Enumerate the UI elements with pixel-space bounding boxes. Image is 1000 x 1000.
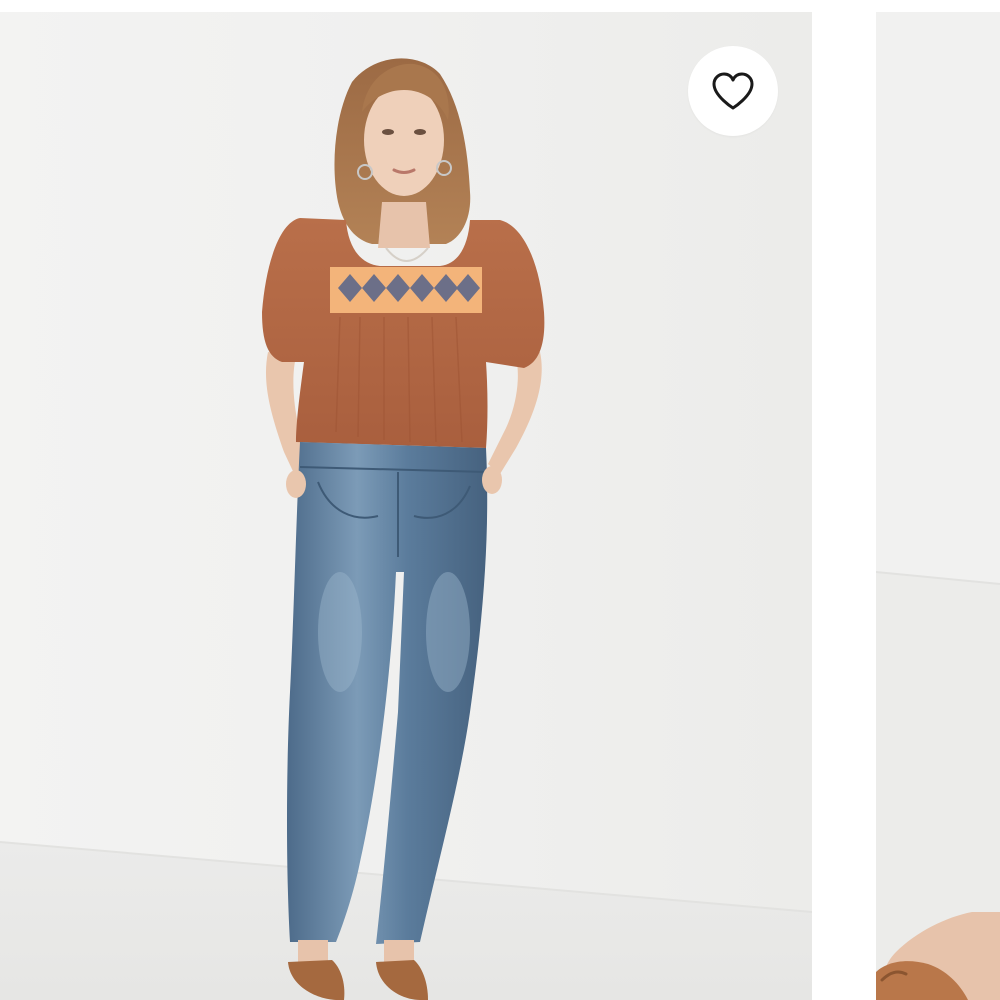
favorite-button[interactable] bbox=[688, 46, 778, 136]
product-carousel bbox=[0, 0, 1000, 1000]
product-photo-next[interactable] bbox=[876, 12, 1000, 1000]
product-photo[interactable] bbox=[0, 12, 812, 1000]
carousel-gutter bbox=[812, 12, 876, 1000]
heart-outline-icon bbox=[711, 71, 755, 111]
product-card[interactable] bbox=[0, 12, 812, 1000]
product-card-next[interactable] bbox=[876, 12, 1000, 1000]
